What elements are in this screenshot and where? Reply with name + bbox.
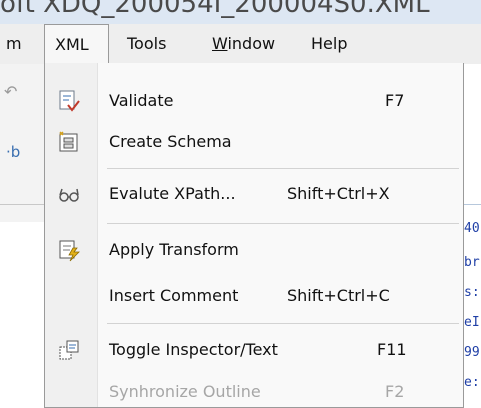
menu-item-synchronize-outline: Synhronize Outline F2 <box>45 372 463 407</box>
toolbar-partial-icon[interactable]: ·b <box>6 143 20 161</box>
code-fragment: 99 <box>464 345 480 360</box>
menu-window[interactable]: Window <box>212 24 275 64</box>
menu-item-label: Insert Comment <box>109 286 239 305</box>
transform-icon <box>57 238 81 262</box>
code-fragment: eI <box>464 315 480 330</box>
menu-item-shortcut: Shift+Ctrl+C <box>287 286 390 305</box>
menu-separator <box>107 323 459 324</box>
menu-window-mnemonic: W <box>212 34 228 53</box>
menu-tools[interactable]: Tools <box>127 24 166 64</box>
menu-item-label: Create Schema <box>109 132 232 151</box>
menu-item-label: Apply Transform <box>109 240 239 259</box>
validate-icon <box>57 89 81 113</box>
menu-item-shortcut: Shift+Ctrl+X <box>287 184 390 203</box>
menu-item-apply-transform[interactable]: Apply Transform <box>45 230 463 270</box>
menu-item-label: Synhronize Outline <box>109 382 261 401</box>
code-fragment: br <box>464 255 480 270</box>
menu-item-label: Validate <box>109 91 174 110</box>
window-title: oft XDQ_200054I_200004S0.XML <box>0 0 430 19</box>
menu-item-create-schema[interactable]: Create Schema <box>45 122 463 162</box>
menu-item-evaluate-xpath[interactable]: Evalute XPath... Shift+Ctrl+X <box>45 174 463 214</box>
menu-item-shortcut: F2 <box>385 382 405 401</box>
editor-right-area: 40 br s: eI 99 e: <box>462 64 481 408</box>
menu-window-rest: indow <box>227 34 276 53</box>
menu-item-label: Toggle Inspector/Text <box>109 340 278 359</box>
window-titlebar: oft XDQ_200054I_200004S0.XML <box>0 0 481 24</box>
xml-menu-dropdown: Validate F7 Create Schema Evalute XPath.… <box>44 63 464 408</box>
menu-help[interactable]: Help <box>311 24 347 64</box>
menu-separator <box>107 223 459 224</box>
menu-item-shortcut: F7 <box>385 91 405 110</box>
menu-separator <box>107 168 459 169</box>
menu-item-label: Evalute XPath... <box>109 184 236 203</box>
menu-item-toggle-inspector[interactable]: Toggle Inspector/Text F11 <box>45 330 463 370</box>
menu-xml[interactable]: XML <box>44 24 109 64</box>
menu-item-validate[interactable]: Validate F7 <box>45 81 463 121</box>
code-fragment: 40 <box>464 221 480 236</box>
schema-icon <box>57 130 81 154</box>
code-fragment: e: <box>464 375 480 390</box>
editor-panel: 40 br s: eI 99 e: <box>462 204 481 408</box>
inspector-icon <box>57 338 81 362</box>
code-fragment: s: <box>464 285 480 300</box>
menu-item-shortcut: F11 <box>377 340 407 359</box>
undo-icon[interactable]: ↶ <box>4 82 17 101</box>
menu-item-partial[interactable]: m <box>6 24 22 64</box>
menu-item-insert-comment[interactable]: Insert Comment Shift+Ctrl+C <box>45 276 463 316</box>
glasses-icon <box>57 182 81 206</box>
menu-bar: m XML Tools Window Help <box>0 24 481 65</box>
